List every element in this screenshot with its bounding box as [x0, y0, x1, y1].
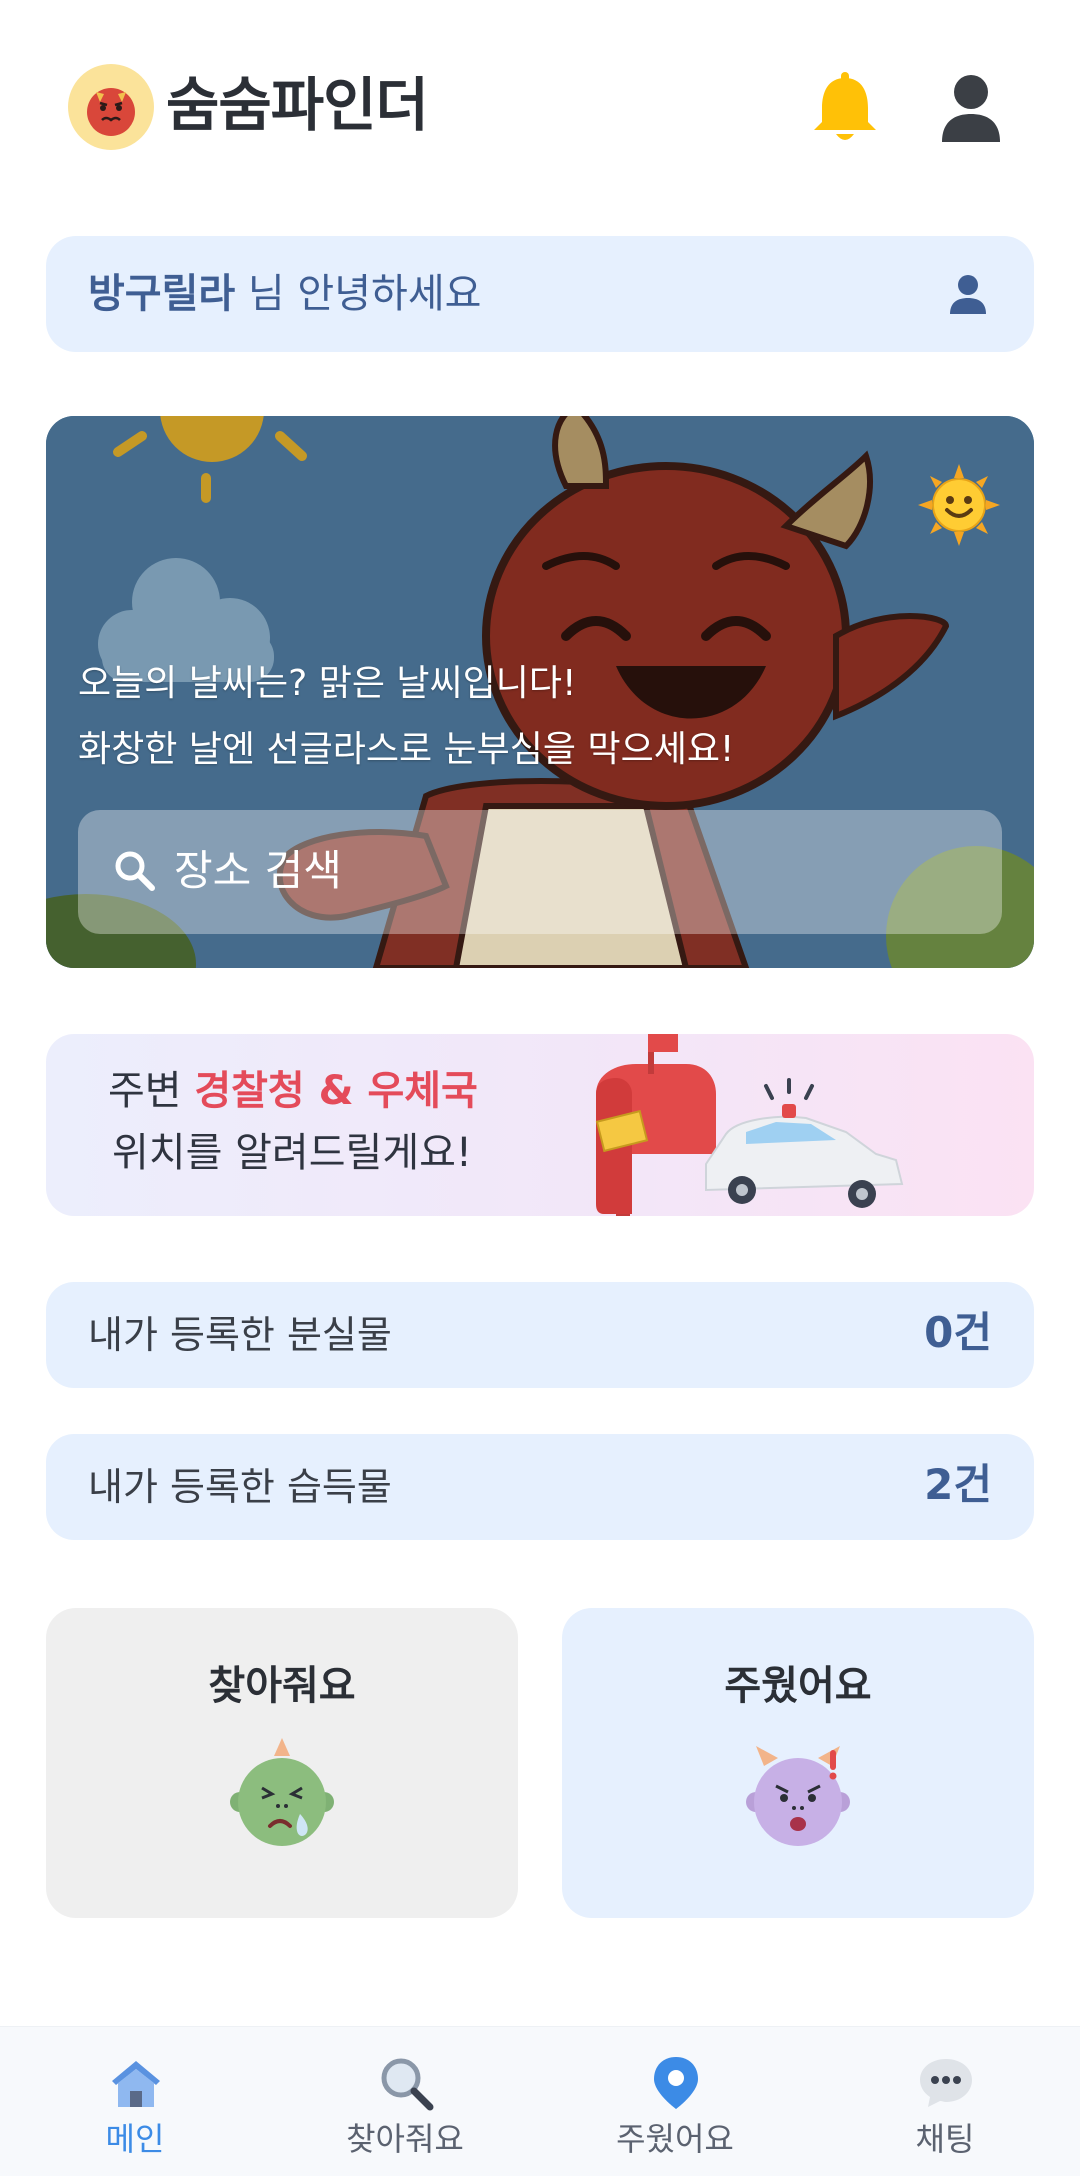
lost-items-count-card[interactable]: 내가 등록한 분실물 0건 [46, 1282, 1034, 1388]
found-report-label: 주웠어요 [724, 1663, 872, 1709]
greeting-suffix: 님 안녕하세요 [235, 271, 482, 317]
crying-goblin-icon [222, 1736, 342, 1856]
search-placeholder: 장소 검색 [174, 846, 342, 895]
find-request-button[interactable]: 찾아줘요 [46, 1608, 518, 1918]
nav-label-found: 주웠어요 [616, 2120, 734, 2158]
notice-line-1: 주변 경찰청 & 우체국 [108, 1066, 478, 1116]
notice-prefix: 주변 [108, 1068, 195, 1114]
user-icon[interactable] [938, 72, 1004, 146]
nav-item-found[interactable]: 주웠어요 [540, 2027, 810, 2176]
nav-item-main[interactable]: 메인 [0, 2027, 270, 2176]
sun-emoji-icon [918, 464, 1000, 546]
place-search-input[interactable]: 장소 검색 [78, 810, 1002, 934]
notice-line-2: 위치를 알려드릴게요! [112, 1130, 472, 1176]
app-header: 숨숨파인더 [0, 0, 1080, 220]
bell-icon[interactable] [808, 70, 882, 146]
found-items-label: 내가 등록한 습득물 [88, 1465, 392, 1509]
weather-banner: 오늘의 날씨는? 맑은 날씨입니다! 화창한 날엔 선글라스로 눈부심을 막으세… [46, 416, 1034, 968]
weather-status-text: 오늘의 날씨는? 맑은 날씨입니다! [78, 663, 577, 704]
location-pin-icon [648, 2055, 704, 2111]
red-goblin-logo-icon [68, 64, 154, 150]
surprised-goblin-icon [738, 1736, 858, 1856]
nav-item-chat[interactable]: 채팅 [810, 2027, 1080, 2176]
nav-item-find[interactable]: 찾아줘요 [270, 2027, 540, 2176]
lost-items-label: 내가 등록한 분실물 [88, 1313, 392, 1357]
nearby-police-post-banner[interactable]: 주변 경찰청 & 우체국 위치를 알려드릴게요! [46, 1034, 1034, 1216]
greeting-card[interactable]: 방구릴라 님 안녕하세요 [46, 236, 1034, 352]
mailbox-police-car-illustration [595, 1034, 904, 1216]
nav-label-chat: 채팅 [915, 2120, 975, 2158]
user-name: 방구릴라 [88, 271, 236, 317]
bottom-navigation: 메인 찾아줘요 주웠어요 채팅 [0, 2026, 1080, 2176]
home-icon [108, 2055, 164, 2111]
chat-bubble-icon [918, 2055, 974, 2111]
lost-items-count: 0건 [924, 1308, 992, 1357]
found-items-count-card[interactable]: 내가 등록한 습득물 2건 [46, 1434, 1034, 1540]
magnifier-icon [378, 2055, 434, 2111]
app-title: 숨숨파인더 [166, 71, 429, 139]
weather-tip-text: 화창한 날엔 선글라스로 눈부심을 막으세요! [78, 729, 735, 770]
user-icon[interactable] [948, 274, 988, 316]
nav-label-main: 메인 [105, 2120, 165, 2158]
greeting-text: 방구릴라 님 안녕하세요 [88, 270, 481, 318]
found-report-button[interactable]: 주웠어요 [562, 1608, 1034, 1918]
nav-label-find: 찾아줘요 [346, 2120, 464, 2158]
search-icon [114, 850, 156, 892]
notice-highlight: 경찰청 & 우체국 [194, 1068, 478, 1114]
find-request-label: 찾아줘요 [208, 1663, 356, 1709]
found-items-count: 2건 [924, 1460, 992, 1509]
